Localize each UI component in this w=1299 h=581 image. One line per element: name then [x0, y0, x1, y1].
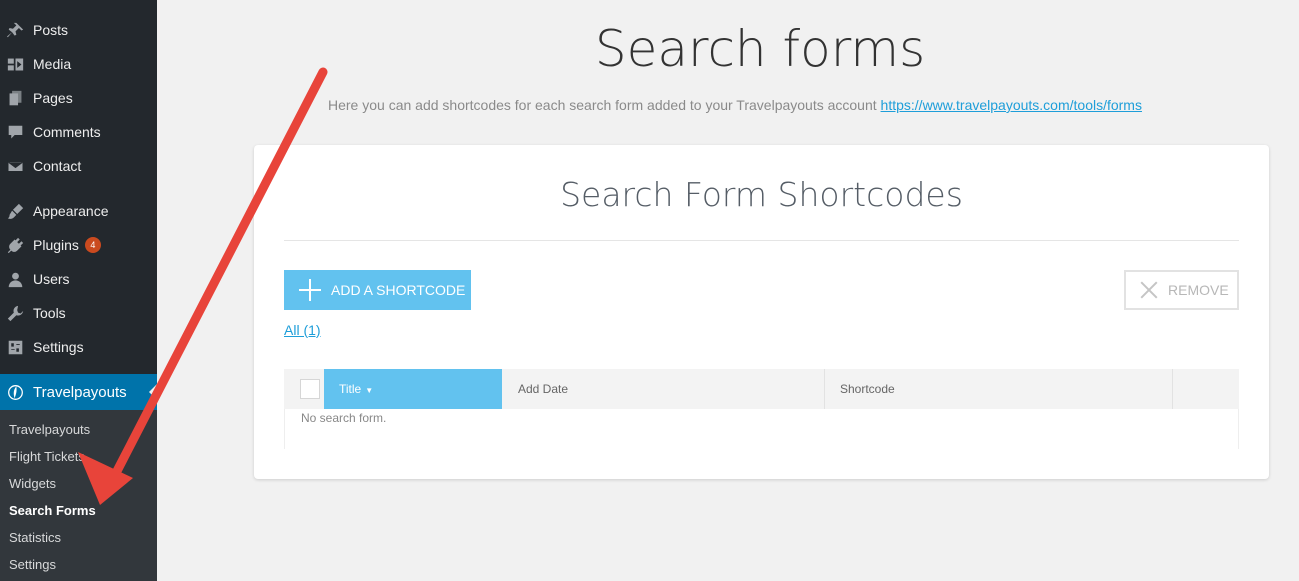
submenu-statistics[interactable]: Statistics: [9, 524, 61, 551]
sidebar-item-label: Posts: [33, 22, 69, 38]
comment-icon: [6, 123, 24, 141]
sidebar-item-label: Appearance: [33, 203, 109, 219]
sidebar-item-tools[interactable]: Tools: [0, 296, 157, 330]
divider: [284, 240, 1239, 241]
sidebar-item-comments[interactable]: Comments: [0, 115, 157, 149]
shortcodes-table: Title ▼ Add Date Shortcode No search form…: [284, 369, 1239, 449]
sidebar-item-users[interactable]: Users: [0, 262, 157, 296]
travelpayouts-icon: [6, 383, 24, 401]
pages-icon: [6, 89, 24, 107]
card-title: Search Form Shortcodes: [560, 175, 963, 214]
submenu-settings[interactable]: Settings: [9, 551, 56, 578]
column-title-label: Title: [339, 382, 362, 396]
description-text: Here you can add shortcodes for each sea…: [328, 97, 877, 113]
submenu-travelpayouts[interactable]: Travelpayouts: [9, 416, 90, 443]
media-icon: [6, 55, 24, 73]
settings-icon: [6, 338, 24, 356]
sidebar-item-label: Tools: [33, 305, 66, 321]
active-indicator: [149, 384, 157, 400]
page-description: Here you can add shortcodes for each sea…: [328, 97, 1142, 113]
envelope-icon: [6, 157, 24, 175]
sidebar-item-label: Travelpayouts: [33, 383, 127, 401]
sidebar-item-posts[interactable]: Posts: [0, 13, 157, 47]
pin-icon: [6, 21, 24, 39]
wrench-icon: [6, 304, 24, 322]
admin-sidebar: Posts Media Pages Comments Contact Appea…: [0, 0, 157, 581]
sidebar-item-label: Settings: [33, 339, 84, 355]
sidebar-item-label: Contact: [33, 158, 82, 174]
sidebar-item-label: Plugins: [33, 237, 79, 253]
travelpayouts-submenu: Travelpayouts Flight Tickets Widgets Sea…: [0, 410, 157, 581]
shortcodes-card: Search Form Shortcodes ADD A SHORTCODE R…: [254, 145, 1269, 479]
table-header: Title ▼ Add Date Shortcode: [284, 369, 1239, 409]
plug-icon: [6, 236, 24, 254]
update-count-badge: 4: [84, 237, 101, 253]
submenu-flight-tickets[interactable]: Flight Tickets: [9, 443, 85, 470]
page-title: Search forms: [594, 20, 926, 78]
sidebar-item-settings[interactable]: Settings: [0, 330, 157, 364]
remove-button[interactable]: REMOVE: [1124, 270, 1239, 310]
select-all-cell: [284, 369, 324, 409]
sidebar-item-media[interactable]: Media: [0, 47, 157, 81]
sidebar-item-label: Media: [33, 56, 72, 72]
brush-icon: [6, 202, 24, 220]
sidebar-item-label: Comments: [33, 124, 101, 140]
filter-all-link[interactable]: All (1): [284, 322, 321, 338]
submenu-widgets[interactable]: Widgets: [9, 470, 56, 497]
plus-icon: [299, 279, 321, 301]
column-title[interactable]: Title ▼: [324, 369, 502, 409]
sidebar-item-appearance[interactable]: Appearance: [0, 194, 157, 228]
select-all-checkbox[interactable]: [300, 379, 320, 399]
close-icon: [1140, 281, 1158, 299]
column-shortcode[interactable]: Shortcode: [825, 369, 1173, 409]
sidebar-item-contact[interactable]: Contact: [0, 149, 157, 183]
empty-message: No search form.: [301, 411, 387, 425]
remove-label: REMOVE: [1168, 282, 1229, 298]
table-row: No search form.: [284, 409, 1239, 449]
add-shortcode-button[interactable]: ADD A SHORTCODE: [284, 270, 471, 310]
sidebar-item-label: Pages: [33, 90, 73, 106]
sidebar-item-travelpayouts[interactable]: Travelpayouts: [0, 374, 157, 410]
sidebar-item-plugins[interactable]: Plugins 4: [0, 228, 157, 262]
sort-caret-icon: ▼: [365, 386, 374, 395]
user-icon: [6, 270, 24, 288]
column-add-date[interactable]: Add Date: [502, 369, 825, 409]
forms-link[interactable]: https://www.travelpayouts.com/tools/form…: [881, 97, 1142, 113]
submenu-search-forms[interactable]: Search Forms: [9, 497, 96, 524]
add-shortcode-label: ADD A SHORTCODE: [331, 282, 466, 298]
sidebar-item-pages[interactable]: Pages: [0, 81, 157, 115]
sidebar-item-label: Users: [33, 271, 70, 287]
